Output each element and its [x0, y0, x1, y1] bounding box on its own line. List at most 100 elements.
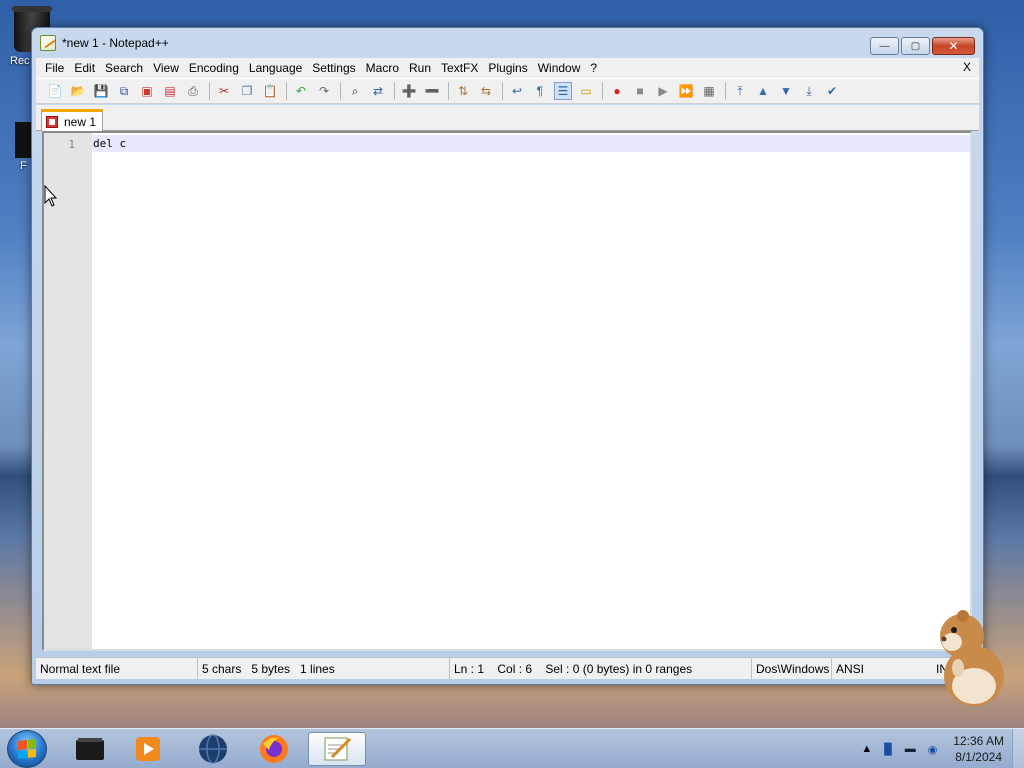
menu-settings[interactable]: Settings: [307, 61, 360, 75]
new-file-icon[interactable]: 📄: [46, 82, 64, 100]
word-wrap-icon[interactable]: ↩: [508, 82, 526, 100]
menu-language[interactable]: Language: [244, 61, 307, 75]
toolbar-separator: [209, 82, 210, 100]
user-lang-icon[interactable]: ▭: [577, 82, 595, 100]
spellcheck-icon[interactable]: ✔: [823, 82, 841, 100]
open-file-icon[interactable]: 📂: [69, 82, 87, 100]
menu-edit[interactable]: Edit: [69, 61, 100, 75]
menu-macro[interactable]: Macro: [361, 61, 404, 75]
show-hidden-icons-icon[interactable]: ▲: [861, 743, 872, 755]
replace-icon[interactable]: ⇄: [369, 82, 387, 100]
notepad-plus-plus-app-icon[interactable]: [40, 35, 56, 51]
close-icon[interactable]: ▣: [138, 82, 156, 100]
sync-vertical-icon[interactable]: ⇅: [454, 82, 472, 100]
redo-icon[interactable]: ↷: [315, 82, 333, 100]
status-eol-format: Dos\Windows: [752, 658, 832, 679]
save-icon[interactable]: 💾: [92, 82, 110, 100]
show-desktop-button[interactable]: [1012, 729, 1024, 768]
maximize-button[interactable]: ▢: [901, 37, 930, 55]
print-icon[interactable]: ⎙: [184, 82, 202, 100]
close-button[interactable]: ✕: [932, 37, 975, 55]
close-all-icon[interactable]: ▤: [161, 82, 179, 100]
media-player-icon: [136, 737, 160, 761]
text-editor[interactable]: 1 del c: [42, 131, 972, 651]
network-drive-icon[interactable]: ▉: [884, 743, 892, 756]
copy-icon[interactable]: ❐: [238, 82, 256, 100]
menu-run[interactable]: Run: [404, 61, 436, 75]
document-tab-bar: new 1: [36, 105, 979, 131]
record-macro-icon[interactable]: ●: [608, 82, 626, 100]
menu-plugins[interactable]: Plugins: [483, 61, 532, 75]
tab-label: new 1: [64, 114, 97, 129]
clock-date: 8/1/2024: [955, 750, 1002, 764]
menu-encoding[interactable]: Encoding: [184, 61, 244, 75]
title-bar[interactable]: *new 1 - Notepad++ — ▢ ✕: [32, 28, 983, 58]
taskbar-app-firefox[interactable]: [246, 732, 302, 766]
menu-textfx[interactable]: TextFX: [436, 61, 483, 75]
notepad-plus-plus-icon: [324, 737, 352, 761]
run-macro-multiple-icon[interactable]: ⏩: [677, 82, 695, 100]
window-controls: — ▢ ✕: [870, 37, 975, 55]
toolbar-separator: [394, 82, 395, 100]
top-icon[interactable]: ⤒: [731, 82, 749, 100]
toolbar-separator: [448, 82, 449, 100]
taskbar-app-notepad-plus-plus[interactable]: [308, 732, 366, 766]
taskbar-app-browser[interactable]: [185, 732, 241, 766]
paste-icon[interactable]: 📋: [261, 82, 279, 100]
find-icon[interactable]: ⌕: [346, 82, 364, 100]
current-line-highlight: [92, 135, 970, 152]
indent-guide-icon[interactable]: ☰: [554, 82, 572, 100]
menu-view[interactable]: View: [148, 61, 184, 75]
clock-time: 12:36 AM: [953, 734, 1004, 748]
cut-icon[interactable]: ✂: [215, 82, 233, 100]
close-document-button[interactable]: X: [963, 60, 971, 74]
taskbar-app-terminal[interactable]: [62, 732, 118, 766]
hamster-desktop-pet: [940, 610, 1004, 706]
window-title: *new 1 - Notepad++: [62, 36, 169, 50]
status-encoding: ANSI: [836, 661, 865, 676]
status-document-stats: 5 chars 5 bytes 1 lines: [198, 658, 450, 679]
clock[interactable]: 12:36 AM 8/1/2024: [953, 733, 1004, 765]
show-all-chars-icon[interactable]: ¶: [531, 82, 549, 100]
status-cursor-position: Ln : 1 Col : 6 Sel : 0 (0 bytes) in 0 ra…: [450, 658, 752, 679]
editor-content[interactable]: del c: [93, 137, 126, 150]
firefox-icon: [260, 735, 288, 763]
status-file-type: Normal text file: [36, 658, 198, 679]
status-bar: Normal text file 5 chars 5 bytes 1 lines…: [36, 657, 979, 679]
tab-new-1[interactable]: new 1: [41, 109, 104, 131]
bottom-icon[interactable]: ⤓: [800, 82, 818, 100]
notepad-plus-plus-window: *new 1 - Notepad++ — ▢ ✕ File Edit Searc…: [31, 27, 984, 685]
menu-search[interactable]: Search: [100, 61, 148, 75]
play-macro-icon[interactable]: ▶: [654, 82, 672, 100]
minimize-button[interactable]: —: [870, 37, 899, 55]
zoom-out-icon[interactable]: ➖: [423, 82, 441, 100]
browser-globe-icon: [199, 734, 227, 764]
down-icon[interactable]: ▼: [777, 82, 795, 100]
toolbar-separator: [725, 82, 726, 100]
taskbar: ▲ ▉ ▬ ◉ 12:36 AM 8/1/2024: [0, 728, 1024, 768]
monitor-icon[interactable]: ▬: [905, 743, 916, 755]
undo-icon[interactable]: ↶: [292, 82, 310, 100]
save-all-icon[interactable]: ⧉: [115, 82, 133, 100]
mouse-pointer-icon: [44, 185, 58, 207]
toolbar-separator: [340, 82, 341, 100]
menu-window[interactable]: Window: [533, 61, 586, 75]
start-button[interactable]: [7, 730, 47, 768]
toolbar-separator: [502, 82, 503, 100]
line-number-gutter: 1: [44, 133, 92, 649]
sync-horizontal-icon[interactable]: ⇆: [477, 82, 495, 100]
up-icon[interactable]: ▲: [754, 82, 772, 100]
menu-help[interactable]: ?: [585, 61, 602, 75]
volume-icon[interactable]: ◉: [928, 743, 938, 756]
system-tray: ▲ ▉ ▬ ◉ 12:36 AM 8/1/2024: [855, 729, 1024, 768]
menu-file[interactable]: File: [40, 61, 69, 75]
windows-logo-icon: [18, 739, 36, 759]
toolbar-separator: [602, 82, 603, 100]
menu-bar: File Edit Search View Encoding Language …: [36, 58, 979, 78]
toolbar-separator: [286, 82, 287, 100]
terminal-icon: [76, 738, 104, 760]
save-macro-icon[interactable]: ▦: [700, 82, 718, 100]
taskbar-app-media-player[interactable]: [120, 732, 176, 766]
stop-macro-icon[interactable]: ■: [631, 82, 649, 100]
zoom-in-icon[interactable]: ➕: [400, 82, 418, 100]
